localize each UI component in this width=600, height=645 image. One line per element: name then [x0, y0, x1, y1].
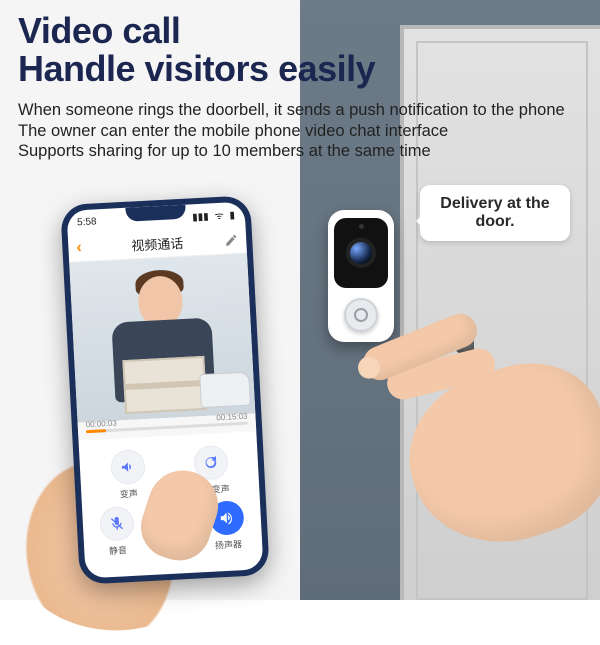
- headline-line-1: Video call: [18, 12, 518, 50]
- status-icons: ▮▮▮ ᯤ ▮: [189, 207, 235, 223]
- product-marketing-scene: Video call Handle visitors easily When s…: [0, 0, 600, 600]
- battery-icon: ▮: [229, 210, 235, 221]
- app-header-title: 视频通话: [131, 233, 184, 255]
- speech-bubble-text: Delivery at the door.: [440, 195, 549, 230]
- headline-line-2: Handle visitors easily: [18, 50, 518, 88]
- phone-in-hand: 5:58 ▮▮▮ ᯤ ▮ ‹ 视频通话: [15, 200, 285, 600]
- delivery-van: [199, 372, 251, 409]
- speaker-label: 扬声器: [215, 537, 243, 551]
- voice-change-label: 变声: [120, 487, 139, 501]
- edit-icon[interactable]: [224, 232, 239, 247]
- doorbell-camera-lens: [346, 238, 376, 268]
- delivery-package: [122, 356, 207, 414]
- speech-bubble: Delivery at the door.: [420, 185, 570, 241]
- elapsed-time: 00:00:03: [85, 419, 117, 430]
- body-line-3: Supports sharing for up to 10 members at…: [18, 141, 578, 162]
- mute-label: 静音: [109, 543, 128, 557]
- progress-fill: [86, 429, 106, 433]
- total-time: 00:15:03: [216, 412, 248, 423]
- body-copy: When someone rings the doorbell, it send…: [18, 100, 578, 162]
- mute-button[interactable]: 静音: [89, 505, 146, 558]
- video-feed[interactable]: [69, 254, 255, 423]
- voice-change-icon: [110, 449, 146, 485]
- wifi-icon: ᯤ: [214, 211, 224, 222]
- mute-icon: [99, 506, 135, 542]
- body-line-2: The owner can enter the mobile phone vid…: [18, 121, 578, 142]
- signal-icon: ▮▮▮: [192, 211, 209, 223]
- voice-change-button[interactable]: 变声: [100, 449, 157, 502]
- doorbell-camera-housing: [334, 218, 388, 288]
- hand-pressing-doorbell: [350, 300, 600, 560]
- headline: Video call Handle visitors easily: [18, 12, 518, 88]
- status-time: 5:58: [77, 216, 97, 228]
- body-line-1: When someone rings the doorbell, it send…: [18, 100, 578, 121]
- back-button[interactable]: ‹: [76, 239, 82, 257]
- doorbell-sensor-dot: [359, 224, 364, 229]
